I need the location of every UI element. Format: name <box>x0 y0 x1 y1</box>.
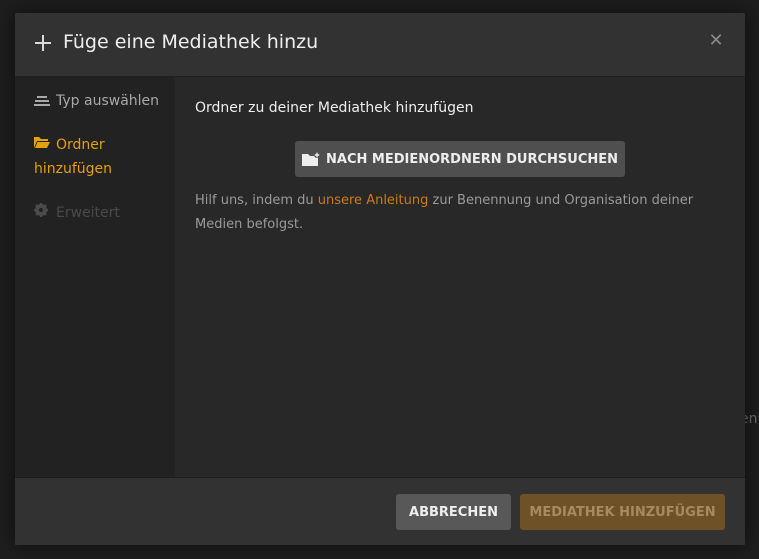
help-text: Hilf uns, indem du unsere Anleitung zur … <box>195 193 694 232</box>
cancel-button[interactable]: ABBRECHEN <box>396 494 511 530</box>
browse-button-label: NACH MEDIENORDNERN DURCHSUCHEN <box>326 151 618 167</box>
section-heading: Ordner zu deiner Mediathek hinzufügen <box>195 100 474 116</box>
step-select-type-label: Typ auswählen <box>56 93 160 109</box>
plus-icon <box>35 35 51 51</box>
add-library-button[interactable]: MEDIATHEK HINZUFÜGEN <box>520 494 725 530</box>
step-advanced[interactable]: Erweitert <box>34 201 120 225</box>
browse-media-folders-button[interactable]: NACH MEDIENORDNERN DURCHSUCHEN <box>295 141 625 177</box>
folder-open-icon <box>34 133 50 157</box>
close-icon[interactable]: ✕ <box>708 32 724 50</box>
step-select-type[interactable]: Typ auswählen <box>34 89 159 113</box>
list-icon <box>34 94 50 108</box>
guide-link[interactable]: unsere Anleitung <box>318 193 429 208</box>
add-library-dialog: Füge eine Mediathek hinzu ✕ Typ auswähle… <box>15 13 745 545</box>
wizard-steps-sidebar: Typ auswählen Ordner hinzufügen Erweiter… <box>15 77 175 477</box>
step-add-folders[interactable]: Ordner hinzufügen <box>34 133 164 181</box>
dialog-content: Ordner zu deiner Mediathek hinzufügen NA… <box>176 77 745 477</box>
step-advanced-label: Erweitert <box>56 205 120 221</box>
gear-icon <box>34 201 50 225</box>
dialog-header: Füge eine Mediathek hinzu ✕ <box>15 13 745 77</box>
dialog-footer: ABBRECHEN MEDIATHEK HINZUFÜGEN <box>15 477 745 545</box>
folder-add-icon <box>302 152 320 166</box>
dialog-title: Füge eine Mediathek hinzu <box>63 31 319 53</box>
